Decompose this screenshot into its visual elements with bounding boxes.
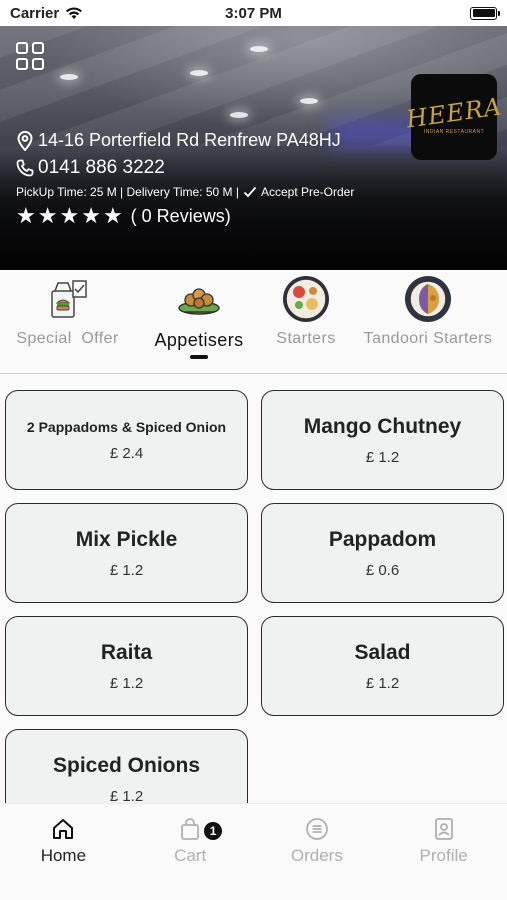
tab-label: Special Offer — [16, 330, 119, 347]
item-price: £ 2.4 — [109, 444, 144, 462]
item-price: £ 0.6 — [365, 561, 400, 579]
wifi-icon — [66, 7, 83, 19]
star-icon: ★ — [102, 203, 123, 228]
star-icon: ★ — [16, 203, 36, 228]
tandoori-icon — [405, 276, 451, 322]
item-price: £ 1.2 — [365, 674, 400, 692]
ceiling-light — [230, 112, 248, 118]
ceiling-light — [190, 70, 208, 76]
nav-label: Cart — [174, 846, 207, 865]
item-name: Mix Pickle — [75, 527, 178, 551]
reviews-count[interactable]: ( 0 Reviews) — [131, 206, 231, 227]
bottom-navigation: Home 1 Cart Orders Profile — [0, 803, 507, 900]
item-name: 2 Pappadoms & Spiced Onion — [26, 418, 227, 435]
menu-item-card[interactable]: 2 Pappadoms & Spiced Onion £ 2.4 — [5, 390, 248, 490]
nav-profile[interactable]: Profile — [380, 804, 507, 900]
tab-label: Appetisers — [154, 330, 244, 350]
menu-item-card[interactable]: Spiced Onions £ 1.2 — [5, 729, 248, 803]
active-tab-indicator — [190, 355, 208, 359]
ceiling-light — [60, 74, 78, 80]
item-name: Raita — [100, 640, 153, 664]
orders-list-icon — [304, 816, 330, 842]
service-times-text: PickUp Time: 25 M | Delivery Time: 50 M … — [16, 185, 239, 199]
tab-label: Starters — [276, 330, 336, 347]
item-price: £ 1.2 — [109, 787, 144, 804]
carrier-label: Carrier — [10, 4, 60, 22]
ceiling-light — [300, 98, 318, 104]
nav-orders[interactable]: Orders — [254, 804, 381, 900]
special-offer-icon — [45, 276, 91, 322]
item-name: Salad — [354, 640, 411, 664]
cart-count-badge: 1 — [204, 822, 223, 840]
nav-label: Home — [40, 846, 87, 865]
nav-home[interactable]: Home — [0, 804, 127, 900]
star-icon: ★ — [37, 203, 58, 228]
profile-badge-icon — [431, 816, 457, 842]
category-tabs: Special Offer Appetisers Starters Tandoo… — [0, 270, 507, 374]
check-icon — [243, 186, 257, 198]
star-icon: ★ — [81, 203, 101, 228]
starters-icon — [283, 276, 329, 322]
address-row: 14-16 Porterfield Rd Renfrew PA48HJ — [16, 130, 354, 151]
status-bar: Carrier 3:07 PM — [0, 0, 507, 26]
tab-special-offer[interactable]: Special Offer — [0, 270, 135, 373]
tab-appetisers[interactable]: Appetisers — [135, 270, 263, 373]
nav-label: Profile — [419, 846, 468, 865]
ceiling-light — [250, 46, 268, 52]
phone-text: 0141 886 3222 — [38, 157, 165, 178]
item-name: Mango Chutney — [303, 414, 462, 438]
address-text: 14-16 Porterfield Rd Renfrew PA48HJ — [38, 130, 341, 150]
menu-item-card[interactable]: Mix Pickle £ 1.2 — [5, 503, 248, 603]
home-icon — [50, 816, 76, 842]
location-pin-icon — [17, 130, 33, 151]
nav-label: Orders — [290, 846, 343, 865]
shopping-bag-icon — [177, 816, 203, 842]
item-price: £ 1.2 — [365, 448, 400, 466]
menu-grid: 2 Pappadoms & Spiced Onion £ 2.4 Mango C… — [0, 375, 507, 803]
tab-label: Tandoori Starters — [363, 330, 493, 347]
preorder-text: Accept Pre-Order — [260, 185, 355, 199]
item-price: £ 1.2 — [109, 561, 144, 579]
rating-row: ★ ★ ★ ★ ★ ( 0 Reviews) — [16, 205, 354, 227]
logo-text: HEERA — [404, 92, 504, 134]
item-name: Pappadom — [328, 527, 437, 551]
phone-row[interactable]: 0141 886 3222 — [16, 157, 354, 179]
tab-starters[interactable]: Starters — [263, 270, 349, 373]
menu-item-card[interactable]: Raita £ 1.2 — [5, 616, 248, 716]
phone-icon — [16, 159, 34, 177]
menu-item-card[interactable]: Mango Chutney £ 1.2 — [261, 390, 504, 490]
appetisers-icon — [176, 276, 222, 322]
menu-grid-icon[interactable] — [16, 42, 44, 70]
menu-item-card[interactable]: Salad £ 1.2 — [261, 616, 504, 716]
menu-items-area: 2 Pappadoms & Spiced Onion £ 2.4 Mango C… — [0, 375, 507, 803]
star-icon: ★ — [59, 203, 80, 228]
service-times: PickUp Time: 25 M | Delivery Time: 50 M … — [16, 185, 354, 199]
tab-tandoori-starters[interactable]: Tandoori Starters — [349, 270, 507, 373]
nav-cart[interactable]: 1 Cart — [127, 804, 254, 900]
restaurant-logo: HEERA INDIAN RESTAURANT — [404, 74, 504, 160]
restaurant-info: 14-16 Porterfield Rd Renfrew PA48HJ 0141… — [16, 130, 354, 227]
item-price: £ 1.2 — [109, 674, 144, 692]
restaurant-hero: HEERA INDIAN RESTAURANT 14-16 Porterfiel… — [0, 26, 507, 270]
item-name: Spiced Onions — [52, 753, 201, 777]
menu-item-card[interactable]: Pappadom £ 0.6 — [261, 503, 504, 603]
battery-icon — [470, 6, 500, 20]
